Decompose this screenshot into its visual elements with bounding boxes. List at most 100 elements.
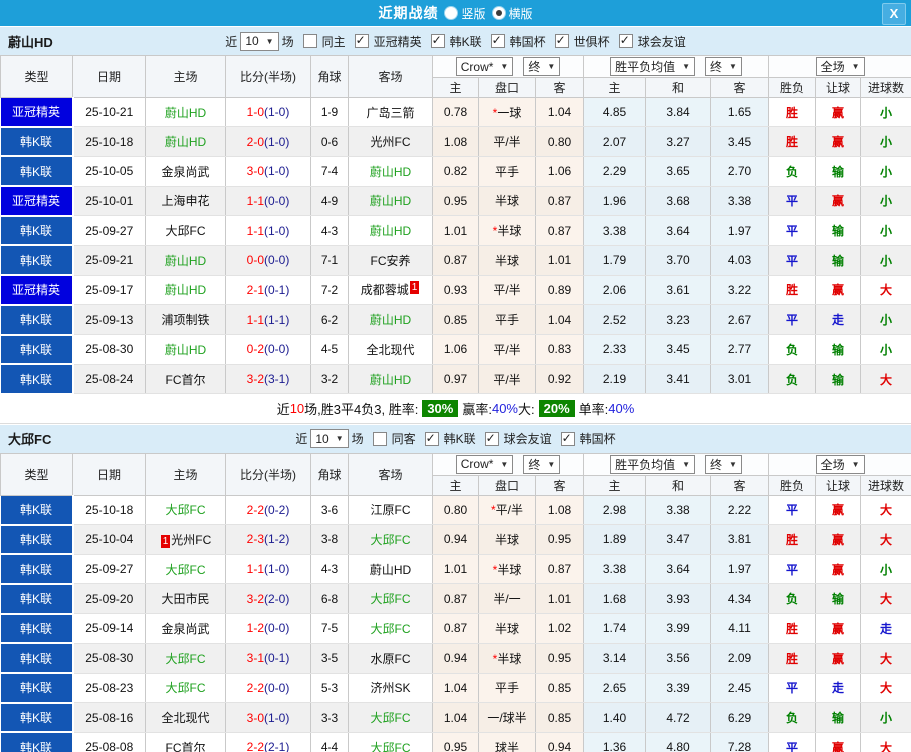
mean-draw-cell: 3.61: [645, 275, 712, 306]
score-cell: 1-1(1-0): [225, 554, 311, 585]
same-venue-checkbox[interactable]: [302, 34, 317, 48]
odds-home-cell: 1.01: [432, 554, 479, 585]
handicap-line-cell: 平/半: [478, 334, 536, 365]
match-count-select[interactable]: 10 ▼: [310, 429, 349, 449]
home-team-name: 蔚山HD: [164, 342, 207, 357]
league-checkbox[interactable]: [354, 33, 369, 48]
odds-away-cell: 0.89: [535, 275, 585, 306]
col-score: 比分(半场): [225, 55, 311, 98]
home-team-name: 大邱FC: [165, 681, 206, 696]
match-type-cell: 韩K联: [0, 554, 74, 585]
scope-select[interactable]: 全场 ▼: [815, 454, 865, 474]
result-wdl-cell: 平: [768, 186, 817, 217]
same-venue-checkbox[interactable]: [372, 431, 387, 446]
away-team-cell: 成都蓉城 1: [348, 275, 433, 306]
odds-company-select[interactable]: Crow* ▼: [455, 454, 514, 474]
table-row: 韩K联 25-09-20 大田市民 3-2(2-0) 6-8 大邱FC 0.87 半/一 1.0…: [0, 583, 911, 615]
league-checkbox[interactable]: [430, 33, 445, 48]
mean-draw-cell: 3.93: [645, 583, 712, 615]
mean-lose-cell: 2.45: [710, 673, 770, 704]
league-checkbox[interactable]: [424, 431, 439, 446]
handicap-line-cell: 半球: [478, 613, 536, 644]
table-row: 韩K联 25-10-18 蔚山HD 2-0(1-0) 0-6 光州FC 1.08 平/半 0.8…: [0, 126, 911, 158]
fulltime-score: 0-0: [246, 253, 264, 268]
layout-radio-horizontal[interactable]: 横版: [491, 5, 533, 22]
date-cell: 25-09-17: [72, 275, 146, 306]
table-row: 韩K联 25-09-21 蔚山HD 0-0(0-0) 7-1 FC安养 0.87 半球 1.01…: [0, 245, 911, 277]
odds-home-cell: 0.78: [432, 97, 479, 128]
handicap-line-cell: 球半: [478, 732, 536, 752]
home-team-cell: 蔚山HD: [145, 245, 226, 276]
mean-time-select[interactable]: 终 ▼: [705, 57, 742, 76]
radio-circle-icon[interactable]: [444, 6, 459, 20]
summary-text: 场,胜3平4负3, 胜率:: [304, 402, 419, 418]
layout-radio-vertical[interactable]: 竖版: [444, 5, 486, 22]
match-count-select[interactable]: 10 ▼: [240, 31, 279, 51]
col-type: 类型: [0, 452, 73, 496]
home-team-name: 大田市民: [161, 592, 210, 607]
filter-near-label: 近: [225, 34, 238, 49]
league-checkbox[interactable]: [554, 33, 569, 48]
fulltime-score: 2-0: [246, 134, 264, 149]
league-checkbox[interactable]: [560, 431, 575, 446]
col-date: 日期: [72, 452, 146, 496]
odds-time-select[interactable]: 终 ▼: [523, 57, 561, 76]
date-cell: 25-08-08: [72, 732, 146, 752]
col-date: 日期: [72, 55, 146, 98]
corner-cell: 3-6: [310, 495, 349, 526]
home-team-name: 大邱FC: [165, 651, 206, 666]
league-checkbox[interactable]: [618, 33, 633, 48]
mean-time-select[interactable]: 终 ▼: [705, 454, 742, 474]
sub-col-let: 让球: [815, 474, 862, 496]
fulltime-score: 3-0: [246, 164, 264, 179]
odds-home-cell: 0.94: [432, 643, 479, 674]
mean-type-select[interactable]: 胜平负均值 ▼: [610, 454, 696, 474]
handicap-line: 半球: [494, 194, 519, 209]
fulltime-score: 3-2: [246, 372, 264, 387]
result-wdl-cell: 平: [768, 732, 817, 752]
halftime-score: (1-2): [264, 532, 290, 547]
odds-home-cell: 0.87: [432, 613, 479, 644]
close-button[interactable]: X: [882, 3, 906, 25]
scope-select[interactable]: 全场 ▼: [815, 57, 865, 76]
mean-win-cell: 2.06: [583, 275, 647, 306]
mean-lose-cell: 6.29: [710, 702, 770, 733]
away-team-name: 成都蓉城: [360, 283, 409, 298]
league-checkbox[interactable]: [484, 431, 499, 446]
mean-draw-cell: 3.38: [645, 495, 712, 526]
away-team-name: 大邱FC: [370, 592, 411, 607]
radio-label: 横版: [508, 6, 533, 21]
filter-near-label: 近: [295, 432, 308, 447]
sub-col-mean-draw: 和: [645, 77, 712, 98]
league-checkbox[interactable]: [490, 33, 505, 48]
mean-lose-cell: 2.09: [710, 643, 770, 674]
corner-cell: 4-5: [310, 334, 349, 365]
halftime-score: (0-2): [264, 502, 290, 517]
score-cell: 2-0(1-0): [225, 126, 311, 157]
radio-circle-checked-icon[interactable]: [491, 6, 506, 20]
mean-lose-cell: 4.03: [710, 245, 770, 276]
match-type-cell: 韩K联: [0, 495, 74, 526]
sub-col-let: 让球: [815, 77, 862, 98]
table-row: 韩K联 25-10-04 1 光州FC 2-3(1-2) 3-8 大邱FC 0.94 半球 0.9…: [0, 524, 911, 556]
result-wdl-cell: 平: [768, 245, 817, 276]
odds-time-select[interactable]: 终 ▼: [523, 454, 561, 474]
rank-badge: 1: [160, 534, 171, 548]
table-row: 韩K联 25-08-08 FC首尔 2-2(2-1) 4-4 大邱FC 0.95 球半 0.94…: [0, 732, 911, 752]
home-team-name: 浦项制铁: [161, 313, 210, 328]
corner-cell: 1-9: [310, 97, 349, 128]
odds-company-select[interactable]: Crow* ▼: [455, 57, 514, 76]
sub-col-mean-lose: 客: [710, 474, 770, 496]
table-row: 亚冠精英 25-10-21 蔚山HD 1-0(1-0) 1-9 广岛三箭 0.78 *一球 1.…: [0, 97, 911, 128]
away-team-cell: 全北现代: [348, 334, 433, 365]
fulltime-score: 1-1: [246, 562, 264, 577]
mean-select-group: 胜平负均值 ▼ 终 ▼: [583, 452, 770, 476]
corner-cell: 3-2: [310, 364, 349, 395]
mean-type-select[interactable]: 胜平负均值 ▼: [610, 57, 696, 76]
sub-col-mean-win: 主: [583, 474, 647, 496]
filter-games-label: 场: [351, 432, 364, 447]
result-wdl-cell: 平: [768, 495, 817, 526]
result-wdl-cell: 负: [768, 583, 817, 615]
mean-lose-cell: 2.77: [710, 334, 770, 365]
result-handicap-cell: 赢: [815, 495, 862, 526]
